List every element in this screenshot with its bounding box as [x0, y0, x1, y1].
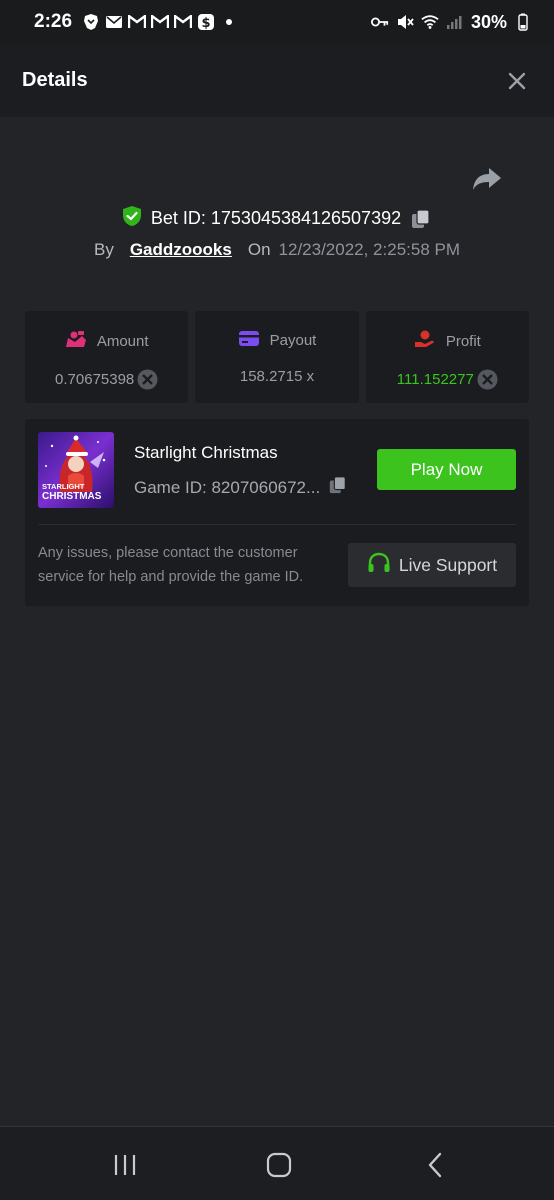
divider [38, 524, 516, 525]
play-now-button[interactable]: Play Now [377, 449, 516, 490]
profit-card: Profit 111.152277 [365, 311, 529, 403]
payout-icon [238, 330, 260, 351]
signal-icon [446, 13, 464, 31]
by-label: By [93, 240, 114, 259]
mail-icon [105, 13, 123, 31]
system-icons: 30% [370, 11, 532, 33]
copy-bet-id-icon[interactable] [410, 208, 432, 230]
payout-value: 158.2715 x [239, 368, 315, 385]
battery-percent: 30% [470, 11, 507, 32]
status-time: 2:26 [34, 11, 73, 32]
bet-date: 12/23/2022, 2:25:58 PM [278, 240, 461, 259]
amount-label: Amount [96, 332, 149, 350]
amount-icon [65, 330, 87, 352]
wifi-icon [421, 13, 439, 31]
key-icon [370, 13, 389, 31]
profit-label: Profit [445, 332, 481, 350]
on-label: On [247, 240, 271, 259]
game-id-row: Game ID: 8207060672... [134, 475, 348, 500]
payout-card: Payout 158.2715 x [195, 311, 359, 403]
mute-icon [396, 13, 414, 31]
back-button[interactable] [420, 1151, 450, 1179]
amount-value: 0.70675398 [55, 371, 135, 388]
bet-id-row: Bet ID: 1753045384126507392 [0, 205, 554, 232]
home-button[interactable] [264, 1151, 294, 1179]
system-nav-bar [0, 1126, 554, 1200]
currency-coin-icon [137, 369, 158, 390]
live-support-button[interactable]: Live Support [348, 543, 516, 587]
close-icon [508, 72, 526, 89]
status-bar: 2:26 $ 30% [0, 0, 554, 44]
profit-value: 111.152277 [396, 371, 474, 388]
bet-stats: Amount 0.70675398 Payout 158.2715 x Prof… [25, 311, 529, 403]
gmail-icon [128, 13, 147, 31]
game-id: Game ID: 8207060672... [134, 477, 321, 497]
back-icon [428, 1152, 442, 1178]
recent-apps-icon [114, 1155, 136, 1175]
currency-coin-icon [477, 369, 498, 390]
gmail-icon [174, 13, 193, 31]
close-button[interactable] [502, 66, 532, 96]
dot-icon [220, 13, 238, 31]
support-message: Any issues, please contact the customer … [38, 545, 304, 585]
brave-icon [82, 13, 100, 31]
page-title: Details [22, 69, 88, 91]
game-card: STARLIGHT CHRISTMAS Starlight Christmas … [25, 419, 529, 606]
headset-icon [367, 552, 391, 579]
bet-id: Bet ID: 1753045384126507392 [150, 208, 402, 228]
cash-icon: $ [197, 13, 215, 31]
thumb-title-line2: CHRISTMAS [42, 491, 102, 502]
details-header: Details [0, 44, 554, 117]
live-support-label: Live Support [398, 554, 498, 575]
payout-label: Payout [269, 332, 317, 349]
svg-text:$: $ [202, 16, 211, 31]
username-link[interactable]: Gaddzoooks [130, 240, 232, 260]
verified-shield-icon [122, 205, 142, 232]
share-icon [473, 168, 501, 190]
profit-icon [414, 330, 436, 352]
bet-meta-row: By Gaddzoooks On 12/23/2022, 2:25:58 PM [0, 240, 554, 260]
battery-icon [514, 13, 532, 31]
gmail-icon [151, 13, 170, 31]
recent-apps-button[interactable] [110, 1151, 140, 1179]
game-name: Starlight Christmas [134, 443, 278, 462]
game-thumbnail[interactable]: STARLIGHT CHRISTMAS [38, 432, 114, 508]
share-button[interactable] [472, 166, 506, 198]
copy-game-id-icon[interactable] [328, 475, 348, 500]
notification-icons: $ [82, 13, 238, 31]
home-icon [266, 1152, 292, 1178]
amount-card: Amount 0.70675398 [25, 311, 189, 403]
